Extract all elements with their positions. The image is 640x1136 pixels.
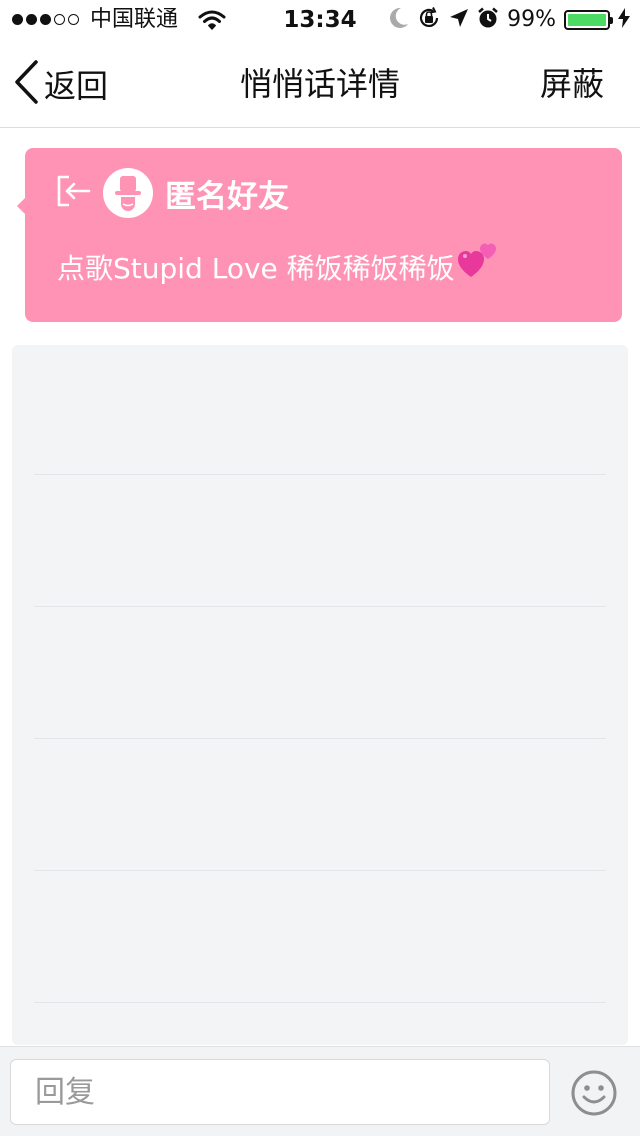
battery-level-fill [568,14,606,26]
status-bar: 中国联通 13:34 99% [0,0,640,40]
placeholder-divider [34,738,606,739]
emoji-button[interactable] [570,1069,618,1117]
placeholder-divider [34,474,606,475]
battery-icon [564,10,613,30]
location-arrow-icon [449,8,469,32]
message-sender-row: 匿名好友 [55,168,289,218]
moon-icon [389,7,409,33]
back-button[interactable]: 返回 [14,40,108,128]
placeholder-divider [34,606,606,607]
status-right-group: 99% [389,6,630,34]
placeholder-divider [34,870,606,871]
two-hearts-icon [457,240,499,284]
whisper-message-card: 匿名好友 点歌Stupid Love 稀饭稀饭稀饭 [17,148,622,322]
reply-bar [0,1046,640,1136]
charging-bolt-icon [618,8,630,32]
loading-placeholder-panel [12,345,628,1045]
battery-percent: 99% [507,7,556,32]
incoming-arrow-icon [55,174,91,212]
block-button[interactable]: 屏蔽 [540,40,604,128]
anonymous-avatar[interactable] [103,168,153,218]
carrier-name: 中国联通 [90,7,179,32]
message-body: 点歌Stupid Love 稀饭稀饭稀饭 [57,240,499,286]
message-text: 点歌Stupid Love 稀饭稀饭稀饭 [57,252,455,285]
wifi-icon [198,9,226,35]
placeholder-divider [34,1002,606,1003]
smiley-icon [571,1070,617,1116]
top-hat-mask-icon [115,176,141,211]
navigation-bar: 返回 悄悄话详情 屏蔽 [0,40,640,128]
orientation-lock-icon [417,6,441,34]
back-label: 返回 [44,67,109,105]
alarm-icon [477,7,499,33]
sender-name: 匿名好友 [165,178,289,215]
reply-input[interactable] [10,1059,550,1125]
chevron-left-icon [14,60,38,108]
signal-strength-icon [12,14,79,25]
message-detail-content: 匿名好友 点歌Stupid Love 稀饭稀饭稀饭 [0,128,640,1046]
